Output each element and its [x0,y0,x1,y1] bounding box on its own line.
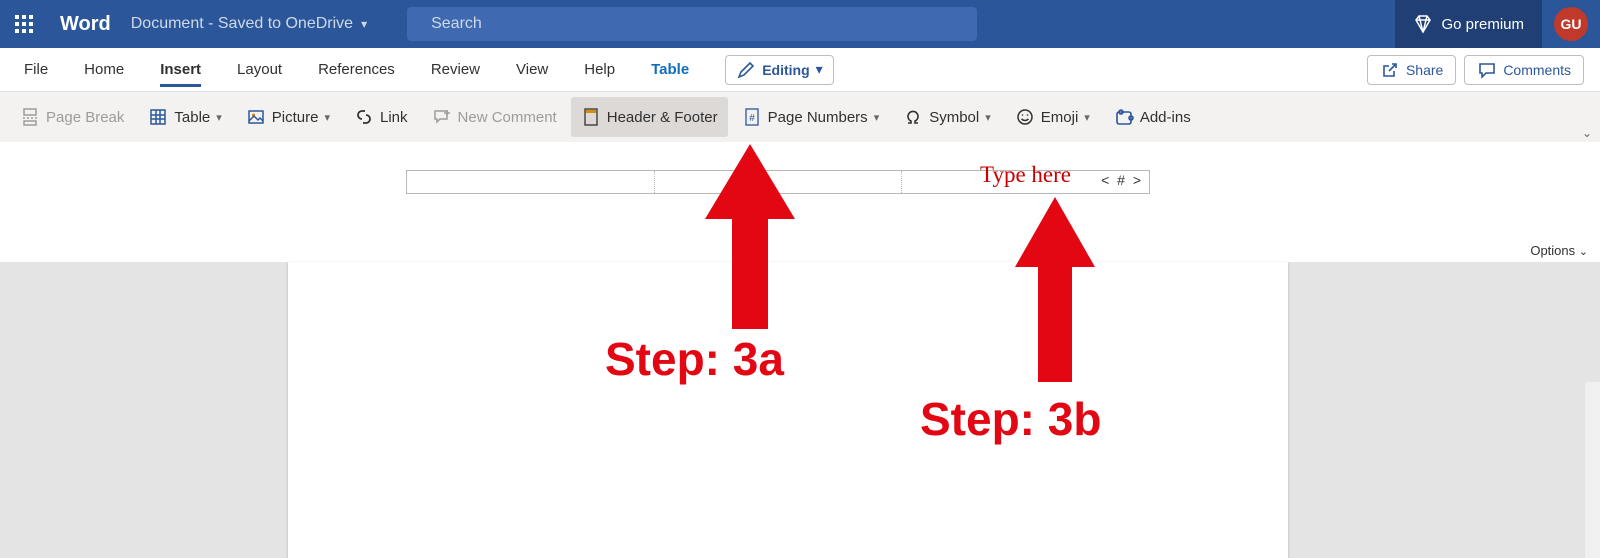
document-breadcrumb[interactable]: Document - Saved to OneDrive ▾ [131,15,367,33]
editing-label: Editing [762,62,809,78]
tabs-right: Share Comments [1367,48,1594,91]
page-break-button[interactable]: Page Break [10,97,134,137]
page-numbers-icon: # [742,107,762,127]
tab-label: Home [84,61,124,78]
header-footer-button[interactable]: Header & Footer [571,97,728,137]
chevron-down-icon: ▾ [1084,111,1090,124]
tab-label: Insert [160,61,201,78]
title-bar: Word Document - Saved to OneDrive ▾ Sear… [0,0,1600,48]
diamond-icon [1413,14,1433,34]
comments-label: Comments [1503,62,1571,78]
new-comment-button[interactable]: New Comment [422,97,567,137]
symbol-icon [903,107,923,127]
chevron-down-icon: ▾ [324,111,330,124]
user-avatar[interactable]: GU [1554,7,1588,41]
header-edit-pane: < # > Options ⌄ [0,142,1600,262]
table-button[interactable]: Table ▾ [138,97,231,137]
chevron-down-icon: ▾ [361,17,367,31]
comments-button[interactable]: Comments [1464,55,1584,85]
tab-file[interactable]: File [6,48,66,91]
symbol-label: Symbol [929,109,979,126]
picture-label: Picture [272,109,319,126]
header-layout-table[interactable]: < # > [406,170,1150,194]
vertical-scrollbar[interactable] [1585,382,1600,558]
tab-review[interactable]: Review [413,48,498,91]
new-comment-label: New Comment [458,109,557,126]
emoji-icon [1015,107,1035,127]
table-label: Table [174,109,210,126]
picture-button[interactable]: Picture ▾ [236,97,340,137]
go-premium-label: Go premium [1441,16,1524,33]
tab-view[interactable]: View [498,48,566,91]
page-break-icon [20,107,40,127]
tab-insert[interactable]: Insert [142,48,219,91]
share-button[interactable]: Share [1367,55,1456,85]
emoji-label: Emoji [1041,109,1079,126]
page-number-field[interactable]: < # > [1101,172,1143,188]
header-cell-left[interactable] [407,171,655,193]
tab-label: References [318,61,395,78]
header-cell-center[interactable] [655,171,903,193]
link-button[interactable]: Link [344,97,418,137]
chevron-down-icon: ▾ [874,111,880,124]
go-premium-button[interactable]: Go premium [1395,0,1542,48]
tab-label: Table [651,61,689,78]
app-name: Word [60,13,111,36]
ribbon-expand-button[interactable]: ⌄ [1582,126,1592,140]
tab-label: Layout [237,61,282,78]
tab-label: Help [584,61,615,78]
tab-label: File [24,61,48,78]
chevron-down-icon: ▾ [816,61,823,78]
table-icon [148,107,168,127]
breadcrumb-text: Document - Saved to OneDrive [131,15,353,33]
header-footer-label: Header & Footer [607,109,718,126]
link-label: Link [380,109,408,126]
tab-references[interactable]: References [300,48,413,91]
link-icon [354,107,374,127]
new-comment-icon [432,107,452,127]
header-options-button[interactable]: Options ⌄ [1530,243,1588,258]
search-placeholder: Search [431,15,482,33]
titlebar-right: Go premium GU [1395,0,1600,48]
waffle-icon [15,15,33,33]
tabs-row: File Home Insert Layout References Revie… [0,48,1600,92]
tab-label: View [516,61,548,78]
emoji-button[interactable]: Emoji ▾ [1005,97,1100,137]
search-input[interactable]: Search [407,7,977,41]
share-label: Share [1406,62,1443,78]
addins-button[interactable]: Add-ins [1104,97,1201,137]
svg-text:#: # [749,113,755,124]
tab-layout[interactable]: Layout [219,48,300,91]
page-numbers-label: Page Numbers [768,109,868,126]
editing-mode-button[interactable]: Editing ▾ [725,55,833,85]
symbol-button[interactable]: Symbol ▾ [893,97,1001,137]
canvas-background [0,262,1600,558]
comment-icon [1477,60,1497,80]
header-footer-icon [581,107,601,127]
chevron-down-icon: ▾ [985,111,991,124]
tab-label: Review [431,61,480,78]
options-label: Options [1530,243,1575,258]
tab-home[interactable]: Home [66,48,142,91]
document-area: < # > Options ⌄ Step: 3a Type here Step:… [0,142,1600,558]
page-numbers-button[interactable]: # Page Numbers ▾ [732,97,890,137]
addins-icon [1114,107,1134,127]
chevron-down-icon: ⌄ [1579,246,1588,258]
user-initials: GU [1561,16,1582,32]
app-launcher-button[interactable] [0,0,48,48]
document-page[interactable] [288,262,1288,558]
share-icon [1380,60,1400,80]
chevron-down-icon: ▾ [216,111,222,124]
addins-label: Add-ins [1140,109,1191,126]
pencil-icon [736,60,756,80]
tab-help[interactable]: Help [566,48,633,91]
ribbon-insert: Page Break Table ▾ Picture ▾ Link New Co… [0,92,1600,142]
tab-table-context[interactable]: Table [633,48,707,91]
picture-icon [246,107,266,127]
page-break-label: Page Break [46,109,124,126]
header-cell-right[interactable]: < # > [902,171,1149,193]
